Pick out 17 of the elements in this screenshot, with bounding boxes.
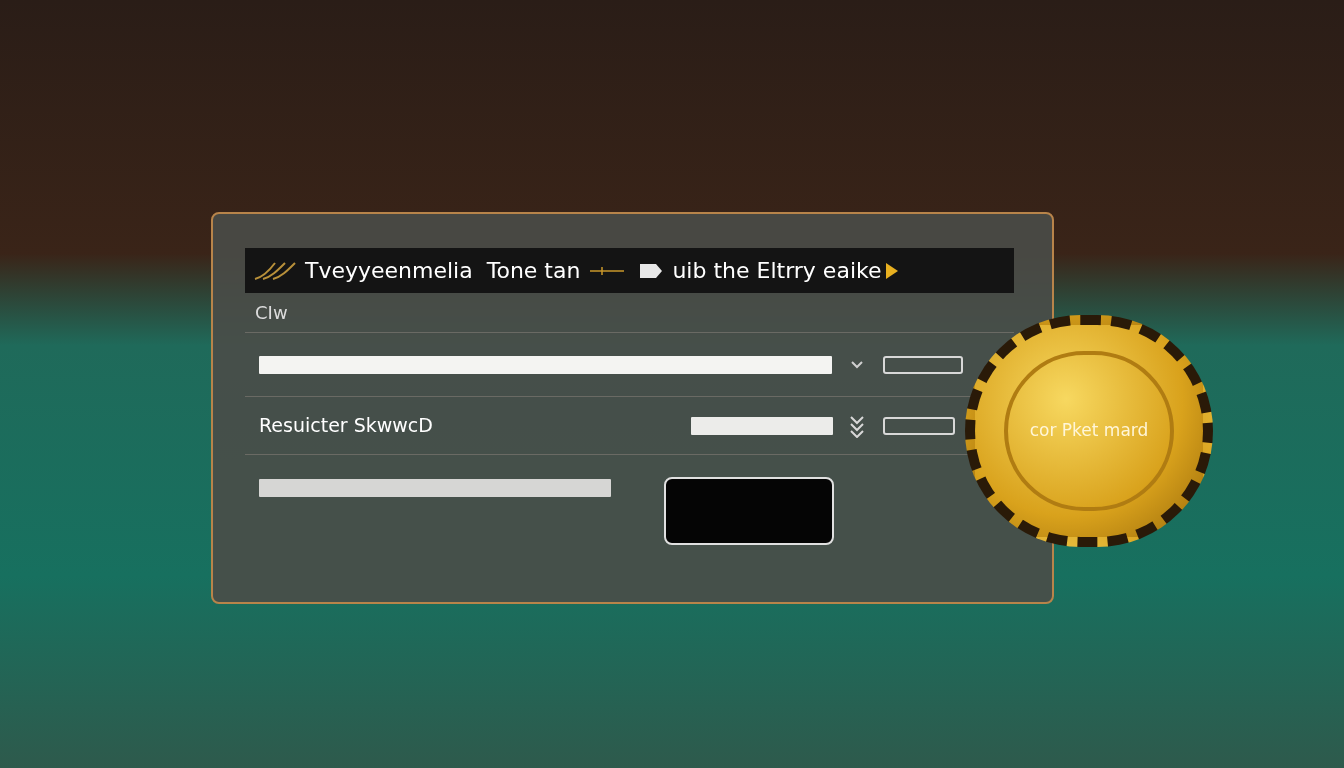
input-field[interactable] [259, 479, 611, 497]
plus-icon [590, 265, 625, 276]
header-subtitle: Tone tan [486, 257, 581, 285]
double-chevron-icon[interactable] [849, 413, 865, 438]
input-field[interactable] [691, 416, 833, 435]
field-label: Resuicter SkwwcD [259, 413, 434, 439]
input-field[interactable] [883, 355, 963, 374]
input-field[interactable] [883, 416, 955, 435]
header-title: Tveyyeenmelia [305, 257, 473, 285]
section-label: CIw [255, 301, 288, 325]
chip-label: cor Pket mard [1029, 419, 1149, 443]
tag-icon [638, 261, 665, 280]
submit-button[interactable] [664, 477, 834, 545]
header-link[interactable]: uib the Eltrry eaike [672, 254, 882, 287]
play-icon[interactable] [885, 262, 898, 279]
input-field[interactable] [259, 355, 832, 374]
chevron-down-icon[interactable] [851, 360, 863, 369]
